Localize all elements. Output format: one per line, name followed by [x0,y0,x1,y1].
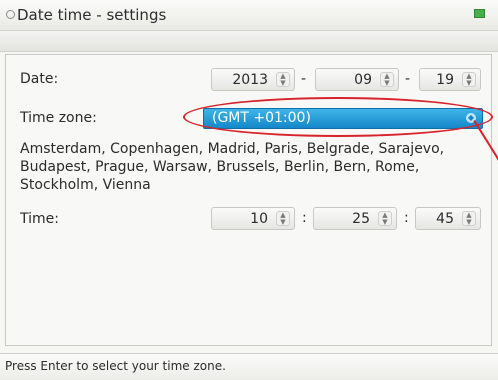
date-separator: - [301,71,307,87]
time-separator: : [302,210,307,226]
spin-arrows-icon[interactable]: ▲ ▼ [462,72,476,87]
timezone-label: Time zone: [20,110,97,126]
hours-spinner[interactable]: 10 ▲ ▼ [211,207,295,230]
status-hint: Press Enter to select your time zone. [5,359,226,373]
date-separator: - [405,71,411,87]
status-bar: Press Enter to select your time zone. [0,353,498,380]
spin-arrows-icon[interactable]: ▲ ▼ [276,72,290,87]
minutes-value: 25 [352,211,370,227]
battery-icon [474,9,485,18]
settings-panel: Date: 2013 ▲ ▼ - 09 ▲ ▼ - 19 ▲ ▼ Time zone:… [5,54,492,346]
year-spinner[interactable]: 2013 ▲ ▼ [211,68,295,91]
time-separator: : [404,210,409,226]
window-title: Date time - settings [17,6,167,24]
day-value: 19 [436,72,454,88]
spin-arrows-icon[interactable]: ▲ ▼ [462,211,476,226]
spin-arrows-icon[interactable]: ▲ ▼ [378,211,392,226]
date-label: Date: [20,71,59,87]
minutes-spinner[interactable]: 25 ▲ ▼ [313,207,397,230]
seconds-value: 45 [436,211,454,227]
title-bar: Date time - settings [0,0,498,31]
month-value: 09 [354,72,372,88]
menu-strip [0,31,498,52]
spin-arrows-icon[interactable]: ▲ ▼ [276,211,290,226]
month-spinner[interactable]: 09 ▲ ▼ [315,68,399,91]
year-value: 2013 [232,72,268,88]
time-label: Time: [20,211,59,227]
timezone-dropdown[interactable]: (GMT +01:00) ◆ [203,108,483,129]
hours-value: 10 [250,211,268,227]
settings-dot-icon [6,10,15,19]
spin-arrows-icon[interactable]: ▲ ▼ [380,72,394,87]
timezone-cities: Amsterdam, Copenhagen, Madrid, Paris, Be… [20,141,445,193]
day-spinner[interactable]: 19 ▲ ▼ [419,68,481,91]
timezone-value: (GMT +01:00) [212,110,311,126]
seconds-spinner[interactable]: 45 ▲ ▼ [415,207,481,230]
